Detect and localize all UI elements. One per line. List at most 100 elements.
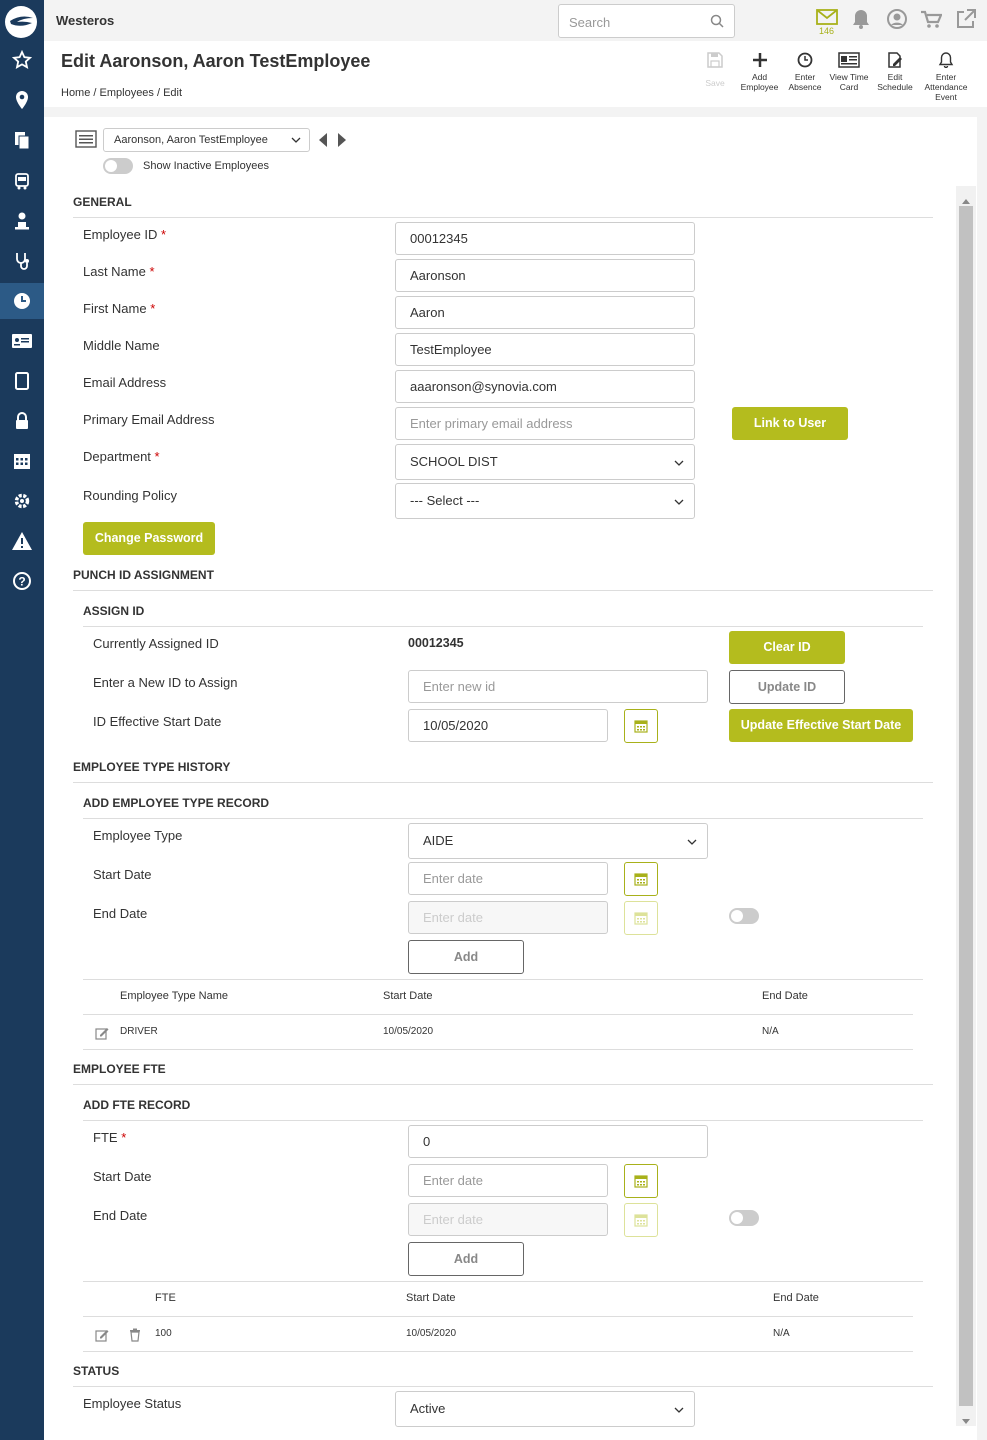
fte-input[interactable]: 0 (408, 1125, 708, 1158)
edit-icon[interactable] (95, 1026, 109, 1043)
user-account-icon[interactable] (886, 8, 910, 32)
calendar-button[interactable] (624, 1164, 658, 1198)
email-address-input[interactable]: aaaronson@synovia.com (395, 370, 695, 403)
general-section-title: GENERAL (73, 195, 132, 209)
column-header: Start Date (406, 1292, 456, 1304)
calendar-button[interactable] (624, 862, 658, 896)
rounding-policy-label: Rounding Policy (83, 488, 177, 503)
id-start-date-label: ID Effective Start Date (93, 714, 222, 729)
fte-end-date-input[interactable]: Enter date (408, 1203, 608, 1236)
add-employee-label-2: Employee (740, 82, 779, 92)
calendar-icon (634, 1175, 648, 1188)
punch-id-section-title: PUNCH ID ASSIGNMENT (73, 568, 214, 582)
add-employee-type-button[interactable]: Add (408, 940, 524, 974)
primary-email-input[interactable]: Enter primary email address (395, 407, 695, 440)
update-id-button[interactable]: Update ID (729, 670, 845, 704)
clear-id-button[interactable]: Clear ID (729, 631, 845, 664)
chevron-down-icon (687, 839, 697, 845)
time-card-icon (838, 52, 860, 68)
edit-icon[interactable] (95, 1328, 109, 1345)
rounding-policy-value: --- Select --- (410, 493, 480, 508)
column-header: End Date (773, 1292, 819, 1304)
calendar-button[interactable] (624, 901, 658, 935)
page-title: Edit Aaronson, Aaron TestEmployee (61, 51, 371, 71)
calendar-button[interactable] (624, 709, 658, 743)
search-input[interactable]: Search (558, 4, 735, 38)
type-end-date-input[interactable]: Enter date (408, 901, 608, 934)
divider (83, 1014, 913, 1015)
external-link-icon[interactable] (955, 8, 979, 32)
fte-cell: 100 (155, 1328, 172, 1339)
last-name-label: Last Name * (83, 264, 155, 279)
type-end-date-label: End Date (93, 906, 148, 921)
calendar-button[interactable] (624, 1203, 658, 1237)
middle-name-label: Middle Name (83, 338, 160, 353)
rounding-policy-select[interactable]: --- Select --- (395, 483, 695, 519)
edit-schedule-label-1: Edit (887, 72, 903, 82)
employee-id-input[interactable]: 00012345 (395, 222, 695, 255)
app-logo-icon[interactable] (5, 6, 37, 38)
cart-icon[interactable] (920, 8, 944, 32)
scroll-down-arrow-icon[interactable] (961, 1414, 971, 1429)
location-pin-icon[interactable] (7, 85, 37, 115)
previous-employee-arrow-icon[interactable] (318, 132, 328, 151)
list-icon[interactable] (75, 130, 97, 151)
employee-status-select[interactable]: Active (395, 1391, 695, 1427)
person-icon[interactable] (7, 206, 37, 236)
documents-icon[interactable] (7, 125, 37, 155)
bus-icon[interactable] (7, 166, 37, 196)
divider (73, 1386, 933, 1387)
id-start-date-input[interactable]: 10/05/2020 (408, 709, 608, 742)
add-employee-button[interactable]: Add Employee (737, 52, 782, 92)
breadcrumb[interactable]: Home / Employees / Edit (61, 87, 182, 99)
department-select[interactable]: SCHOOL DIST (395, 444, 695, 480)
employee-select[interactable]: Aaronson, Aaron TestEmployee (103, 128, 310, 152)
new-id-input[interactable]: Enter new id (408, 670, 708, 703)
calendar-icon (634, 912, 648, 925)
save-icon (707, 52, 723, 68)
trash-icon[interactable] (128, 1328, 142, 1345)
middle-name-input[interactable]: TestEmployee (395, 333, 695, 366)
fte-end-date-toggle[interactable] (729, 1210, 759, 1226)
show-inactive-toggle[interactable] (103, 158, 133, 174)
fte-start-date-input[interactable]: Enter date (408, 1164, 608, 1197)
bell-outline-icon (938, 52, 954, 68)
status-section-title: STATUS (73, 1364, 120, 1378)
employee-type-select[interactable]: AIDE (408, 823, 708, 859)
right-margin (977, 107, 987, 1440)
type-start-date-input[interactable]: Enter date (408, 862, 608, 895)
save-button[interactable]: Save (700, 52, 730, 88)
warning-icon[interactable] (7, 526, 37, 556)
divider (83, 1316, 913, 1317)
next-employee-arrow-icon[interactable] (337, 132, 347, 151)
add-fte-button[interactable]: Add (408, 1242, 524, 1276)
email-address-label: Email Address (83, 375, 167, 390)
chevron-down-icon (674, 460, 684, 466)
scroll-up-arrow-icon[interactable] (961, 193, 971, 208)
clock-icon[interactable] (0, 283, 44, 319)
first-name-input[interactable]: Aaron (395, 296, 695, 329)
stethoscope-icon[interactable] (7, 246, 37, 276)
tablet-icon[interactable] (7, 366, 37, 396)
employee-type-label: Employee Type (93, 828, 183, 843)
help-icon[interactable]: ? (7, 566, 37, 596)
enter-absence-button[interactable]: Enter Absence (784, 52, 826, 92)
edit-schedule-button[interactable]: Edit Schedule (873, 52, 917, 92)
change-password-button[interactable]: Change Password (83, 522, 215, 555)
calendar-icon (634, 873, 648, 886)
department-label: Department * (83, 449, 160, 464)
bell-icon[interactable] (850, 8, 874, 32)
link-to-user-button[interactable]: Link to User (732, 407, 848, 440)
id-card-icon[interactable] (7, 326, 37, 356)
last-name-input[interactable]: Aaronson (395, 259, 695, 292)
end-date-toggle[interactable] (729, 908, 759, 924)
calendar-icon[interactable] (7, 446, 37, 476)
view-time-card-button[interactable]: View Time Card (826, 52, 872, 92)
gear-icon[interactable] (7, 486, 37, 516)
scrollbar-thumb[interactable] (959, 206, 973, 1406)
update-effective-start-date-button[interactable]: Update Effective Start Date (729, 709, 913, 742)
enter-attendance-event-button[interactable]: Enter Attendance Event (920, 52, 972, 102)
lock-icon[interactable] (7, 406, 37, 436)
edit-schedule-icon (888, 52, 902, 68)
star-icon[interactable] (7, 45, 37, 75)
